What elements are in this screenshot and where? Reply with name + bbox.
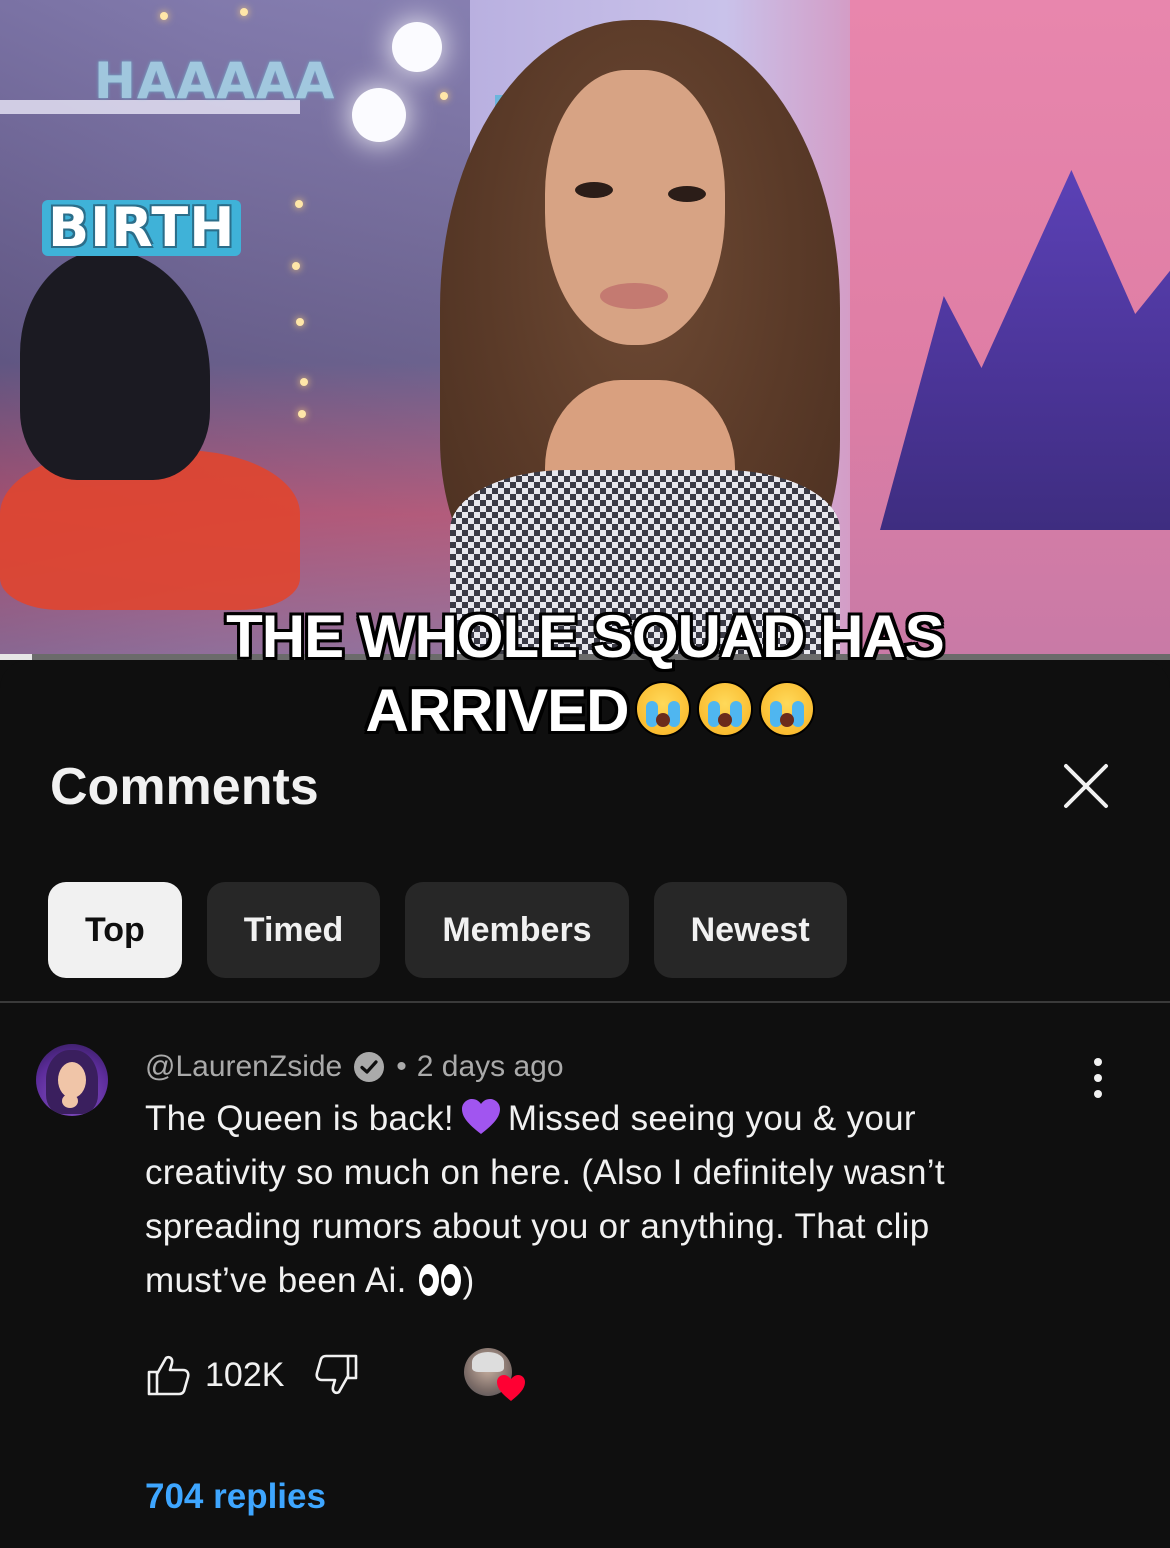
eye-left — [418, 1264, 439, 1296]
comments-title: Comments — [50, 758, 319, 816]
creator-heart-button[interactable] — [464, 1348, 528, 1408]
avatar[interactable] — [36, 1044, 108, 1116]
chip-newest[interactable]: Newest — [653, 882, 847, 978]
comment-time: 2 days ago — [416, 1050, 564, 1083]
comment-text-part3: ) — [462, 1261, 475, 1300]
chip-top[interactable]: Top — [48, 882, 182, 978]
fairy-light — [296, 318, 304, 326]
eyes-icon — [417, 1264, 463, 1298]
video-overlay-tag: HAAAAA — [94, 52, 336, 110]
more-vertical-button[interactable] — [1084, 1058, 1112, 1100]
verified-check-icon — [354, 1052, 385, 1082]
comment-meta: @LaurenZside • 2 days ago — [145, 1048, 564, 1086]
meta-separator: • — [396, 1050, 407, 1083]
video-bg-lamp — [392, 22, 442, 72]
loudly-crying-face-icon — [758, 681, 815, 737]
caption-line-1: THE WHOLE SQUAD HAS — [226, 603, 945, 670]
fairy-light — [298, 410, 306, 418]
eye-right — [440, 1264, 461, 1296]
video-overlay-tag: BIRTH — [42, 200, 242, 256]
sort-chips: Top Timed Members Newest — [48, 882, 847, 978]
divider — [0, 1001, 1170, 1003]
fairy-light — [160, 12, 168, 20]
thumbs-up-icon[interactable] — [145, 1352, 191, 1398]
comment-actions: 102K — [145, 1350, 360, 1400]
chip-timed[interactable]: Timed — [206, 882, 381, 978]
comment-text-part1: The Queen is back! — [145, 1099, 454, 1138]
person-eye — [575, 182, 613, 198]
person-lips — [600, 283, 668, 309]
comment-author[interactable]: @LaurenZside — [145, 1050, 342, 1084]
app-root: HAAAAA BIRTH THE WHOLE SQUAD HAS ARRIVED… — [0, 0, 1170, 1548]
loudly-crying-face-icon — [634, 681, 691, 737]
video-player[interactable]: HAAAAA BIRTH — [0, 0, 1170, 660]
more-vertical-icon — [1094, 1058, 1102, 1066]
chip-members[interactable]: Members — [405, 882, 629, 978]
avatar-face — [58, 1062, 86, 1098]
video-bg-lamp — [352, 88, 406, 142]
video-caption: THE WHOLE SQUAD HAS ARRIVED — [0, 600, 1170, 748]
loudly-crying-face-icon — [696, 681, 753, 737]
close-button[interactable] — [1058, 758, 1114, 814]
like-count: 102K — [205, 1355, 285, 1394]
more-vertical-dot — [1094, 1090, 1102, 1098]
fairy-light — [240, 8, 248, 16]
thumbs-down-icon[interactable] — [314, 1352, 360, 1398]
close-icon — [1064, 764, 1108, 808]
creator-heart-icon — [497, 1375, 525, 1401]
fairy-light — [300, 378, 308, 386]
comment-text: The Queen is back! Missed seeing you & yo… — [145, 1092, 1045, 1308]
more-vertical-dot — [1094, 1074, 1102, 1082]
caption-line-2-text: ARRIVED — [365, 677, 629, 744]
person-eye — [668, 186, 706, 202]
replies-link[interactable]: 704 replies — [145, 1477, 326, 1517]
fairy-light — [295, 200, 303, 208]
fairy-light — [440, 92, 448, 100]
fairy-light — [292, 262, 300, 270]
avatar-hand — [62, 1094, 78, 1108]
caption-line-2: ARRIVED — [0, 674, 1170, 748]
purple-heart-icon — [461, 1099, 500, 1134]
